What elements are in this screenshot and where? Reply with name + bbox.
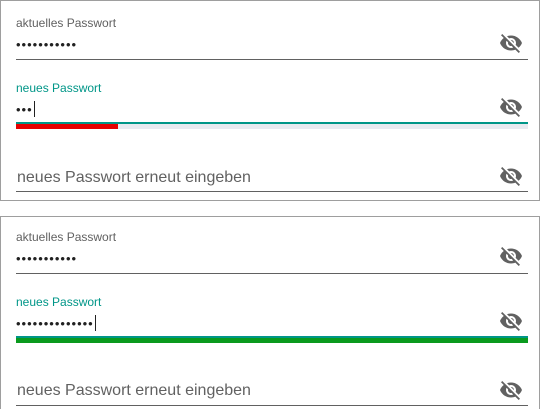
password-strength-fill xyxy=(16,124,119,129)
repeat-password-underline xyxy=(16,405,528,406)
current-password-label: aktuelles Passwort xyxy=(16,16,117,30)
new-password-value: ••• xyxy=(16,102,33,117)
repeat-password-field[interactable]: neues Passwort erneut eingeben xyxy=(16,345,528,409)
eye-off-icon[interactable] xyxy=(499,378,523,402)
text-caret xyxy=(33,101,35,117)
password-change-form-strong: aktuelles Passwort ••••••••••• neues Pas… xyxy=(0,216,540,409)
current-password-underline xyxy=(16,59,528,60)
eye-off-icon[interactable] xyxy=(499,164,523,188)
new-password-input[interactable]: ••• xyxy=(16,101,35,117)
current-password-field[interactable]: aktuelles Passwort ••••••••••• xyxy=(16,217,528,275)
current-password-field[interactable]: aktuelles Passwort ••••••••••• xyxy=(16,1,528,63)
eye-off-icon[interactable] xyxy=(499,309,523,333)
text-caret xyxy=(94,315,96,331)
password-change-form-weak: aktuelles Passwort ••••••••••• neues Pas… xyxy=(0,0,540,201)
eye-off-icon[interactable] xyxy=(499,244,523,268)
new-password-input[interactable]: •••••••••••••• xyxy=(16,315,96,331)
current-password-input[interactable]: ••••••••••• xyxy=(16,252,77,266)
repeat-password-field[interactable]: neues Passwort erneut eingeben xyxy=(16,133,528,195)
current-password-input[interactable]: ••••••••••• xyxy=(16,38,77,52)
new-password-field[interactable]: neues Passwort ••• xyxy=(16,63,528,133)
password-strength-fill xyxy=(16,338,528,343)
new-password-value: •••••••••••••• xyxy=(16,316,94,331)
new-password-label: neues Passwort xyxy=(16,81,102,95)
password-strength-meter xyxy=(16,124,528,129)
repeat-password-placeholder[interactable]: neues Passwort erneut eingeben xyxy=(17,382,251,400)
repeat-password-placeholder[interactable]: neues Passwort erneut eingeben xyxy=(17,169,251,187)
current-password-underline xyxy=(16,273,528,274)
new-password-field[interactable]: neues Passwort •••••••••••••• xyxy=(16,275,528,345)
password-strength-meter xyxy=(16,338,528,343)
eye-off-icon[interactable] xyxy=(499,31,523,55)
eye-off-icon[interactable] xyxy=(499,95,523,119)
repeat-password-underline xyxy=(16,191,528,192)
current-password-label: aktuelles Passwort xyxy=(16,230,117,244)
new-password-label: neues Passwort xyxy=(16,295,102,309)
